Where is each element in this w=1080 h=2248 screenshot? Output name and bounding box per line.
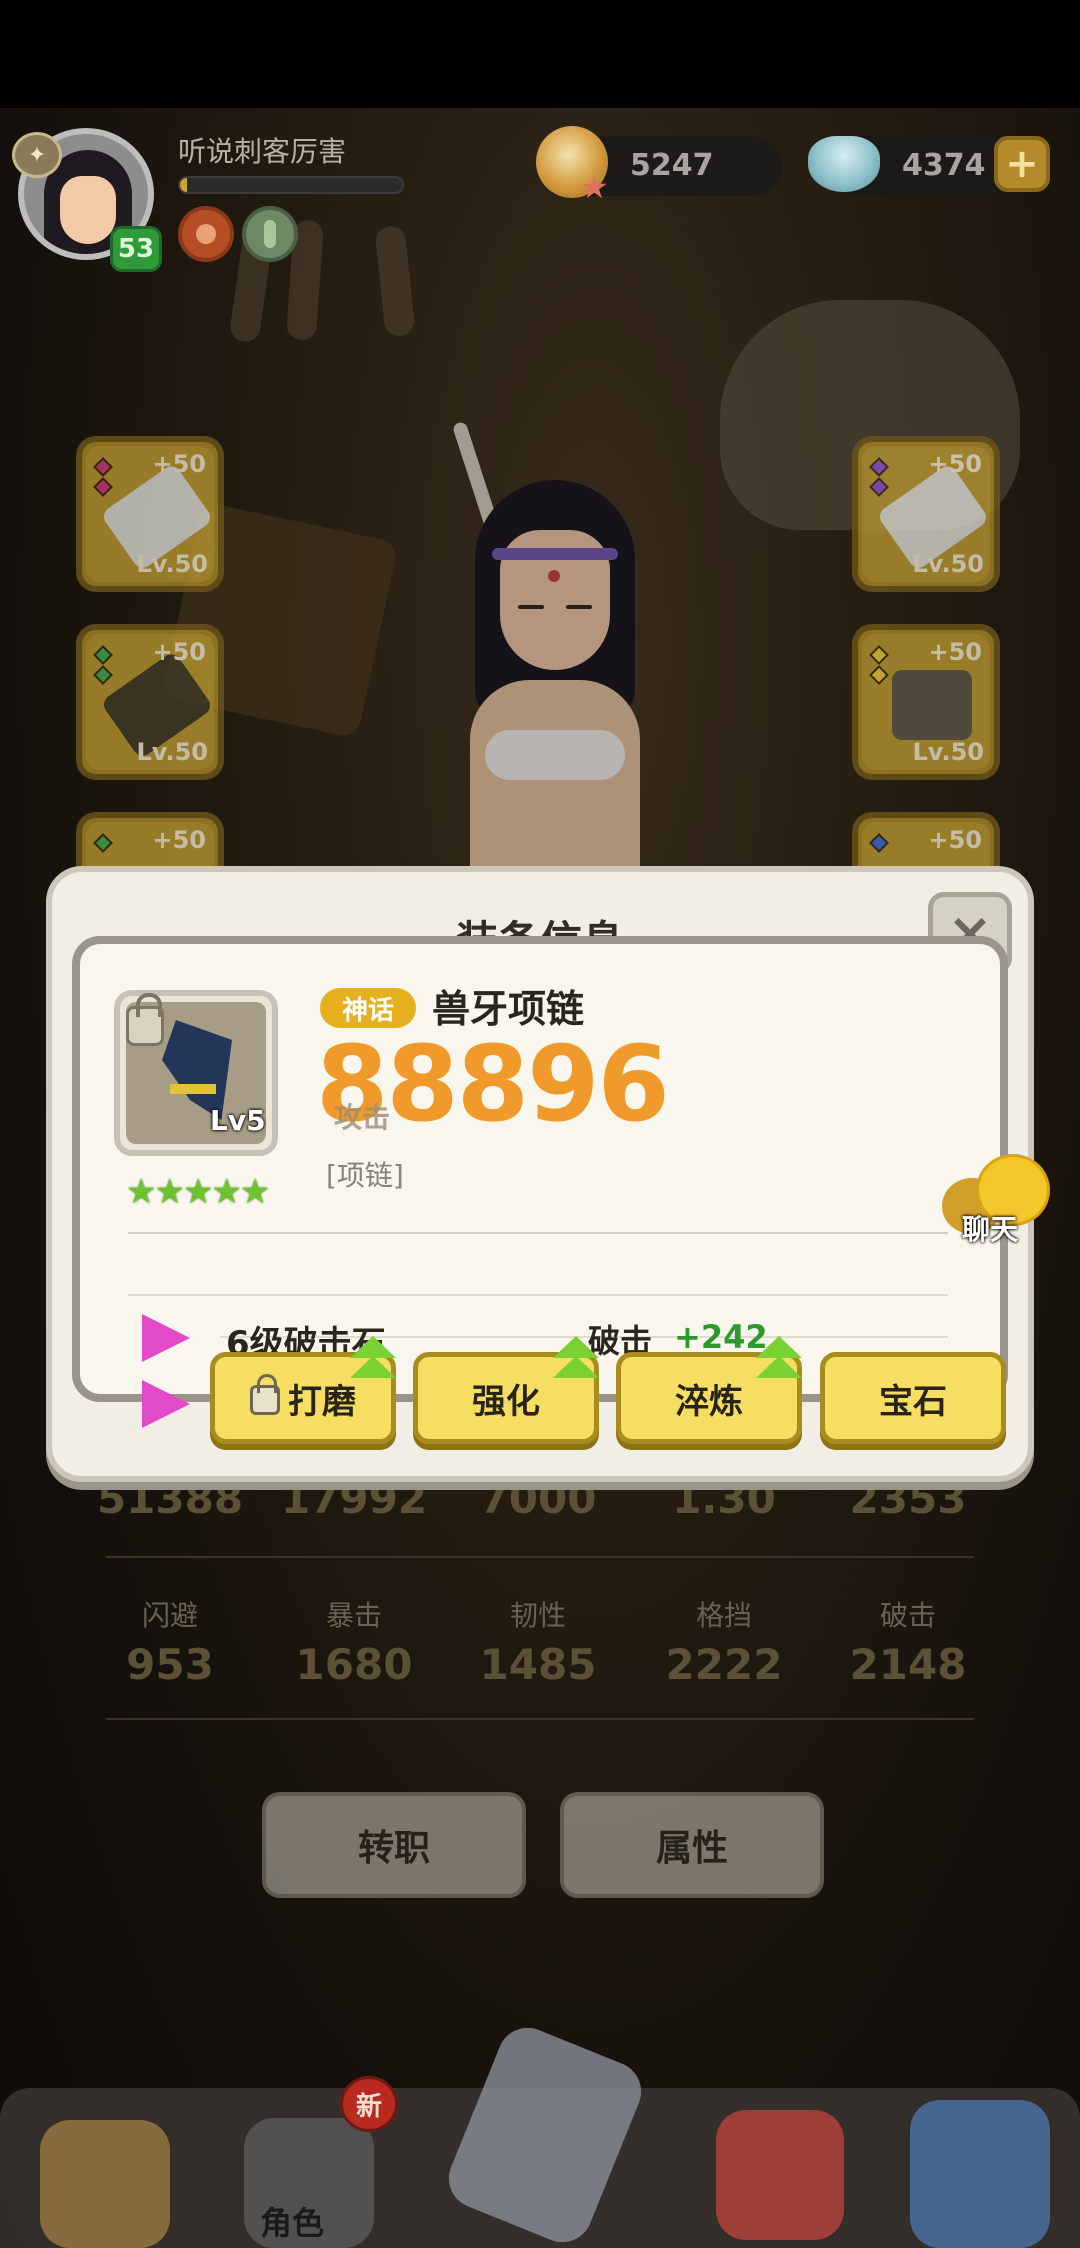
section-divider	[128, 1232, 948, 1234]
job-change-button[interactable]: 转职	[262, 1792, 526, 1898]
game-screen: ✦ 53 听说刺客厉害 ★ 5247 4374 + +50 Lv.50 +50 …	[0, 0, 1080, 2248]
slot-plus-label: +50	[928, 638, 982, 666]
stat-label: 暴击	[325, 1599, 382, 1632]
nav-monster-icon[interactable]	[716, 2110, 844, 2240]
rarity-tag: 神话	[320, 988, 416, 1028]
upgrade-arrow-icon	[553, 1336, 599, 1386]
player-level-badge: 53	[110, 226, 162, 272]
equip-slot-offhand[interactable]: +50 Lv.50	[852, 436, 1000, 592]
buff-icon-orange[interactable]	[178, 206, 234, 262]
slot-level-label: Lv.50	[912, 550, 985, 578]
lock-icon[interactable]	[126, 993, 164, 1046]
upgrade-arrow-icon	[756, 1336, 802, 1386]
starfish-icon: ★	[580, 168, 609, 206]
slot-plus-label: +50	[928, 826, 982, 854]
gem-arrow-icon	[142, 1380, 190, 1428]
equip-slot-weapon[interactable]: +50 Lv.50	[76, 436, 224, 592]
slot-plus-label: +50	[152, 450, 206, 478]
stats-divider	[106, 1718, 974, 1720]
item-power-label: 攻击	[334, 1101, 391, 1134]
stats-divider	[106, 1556, 974, 1558]
nav-pet-icon[interactable]	[40, 2120, 170, 2248]
slot-plus-label: +50	[152, 826, 206, 854]
new-badge: 新	[340, 2076, 398, 2132]
grind-label: 打磨	[288, 1381, 356, 1422]
stat-label: 格挡	[695, 1599, 752, 1632]
slot-level-label: Lv.50	[136, 738, 209, 766]
nav-role-label: 角色	[260, 2204, 325, 2242]
slot-level-label: Lv.50	[912, 738, 985, 766]
chat-label[interactable]: 聊天	[962, 1208, 1018, 1248]
xp-bar	[178, 176, 404, 194]
section-divider	[128, 1294, 948, 1296]
status-bar	[0, 0, 1080, 108]
stat-value: 1485	[479, 1640, 597, 1689]
rank-badge-icon: ✦	[12, 132, 62, 178]
gem-label: 宝石	[879, 1381, 947, 1422]
stat-value: 953	[126, 1640, 214, 1689]
gem-button[interactable]: 宝石	[820, 1352, 1006, 1444]
enhance-label: 强化	[472, 1381, 540, 1422]
equip-slot-helmet[interactable]: +50 Lv.50	[76, 624, 224, 780]
upgrade-arrow-icon	[350, 1336, 396, 1386]
gold-value: 5247	[630, 148, 714, 183]
stat-label: 韧性	[509, 1599, 566, 1632]
nav-portal-icon[interactable]	[910, 2100, 1050, 2248]
shell-gem-icon	[808, 136, 880, 192]
slot-level-label: Lv.50	[136, 550, 209, 578]
equip-slot-armor[interactable]: +50 Lv.50	[852, 624, 1000, 780]
gem-arrow-icon	[142, 1314, 190, 1362]
stat-value: 2222	[665, 1640, 783, 1689]
add-gems-button[interactable]: +	[994, 136, 1050, 192]
buff-icon-cactus[interactable]	[242, 206, 298, 262]
gem-value: 4374	[902, 148, 986, 183]
stat-value: 2148	[849, 1640, 967, 1689]
stat-label: 破击	[879, 1599, 936, 1632]
player-name: 听说刺客厉害	[178, 135, 347, 168]
lock-icon	[250, 1374, 280, 1415]
stat-label: 闪避	[141, 1599, 198, 1632]
item-level: Lv5	[210, 1104, 266, 1137]
xp-bar-fill	[180, 178, 187, 192]
stat-value: 1680	[295, 1640, 413, 1689]
attributes-button[interactable]: 属性	[560, 1792, 824, 1898]
refine-label: 淬炼	[675, 1381, 743, 1422]
item-stars: ★★★★★	[126, 1172, 270, 1212]
slot-plus-label: +50	[928, 450, 982, 478]
gem-bonus: +242	[674, 1318, 768, 1356]
slot-plus-label: +50	[152, 638, 206, 666]
item-type: [项链]	[326, 1159, 404, 1192]
